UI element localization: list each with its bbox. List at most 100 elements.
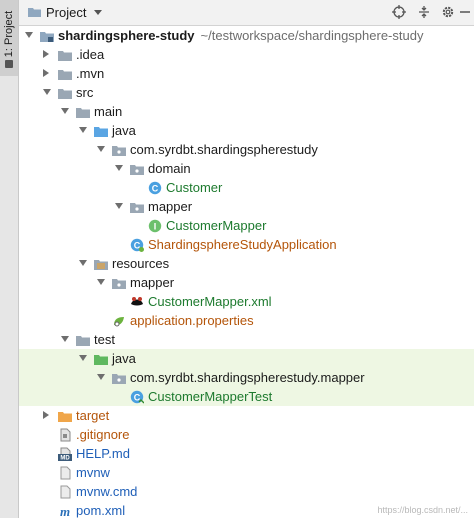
chevron-down-icon[interactable] (97, 279, 105, 285)
tree-row[interactable]: C ShardingsphereStudyApplication (19, 235, 474, 254)
tree-row[interactable]: mvnw (19, 463, 474, 482)
chevron-down-icon[interactable] (97, 146, 105, 152)
tree-item-label: .idea (76, 47, 105, 62)
source-folder-icon (94, 124, 108, 137)
spring-class-icon: C (130, 238, 144, 252)
chevron-down-icon[interactable] (79, 355, 87, 361)
chevron-down-icon[interactable] (115, 203, 123, 209)
tree-row[interactable]: CustomerMapper.xml (19, 292, 474, 311)
tree-row[interactable]: mapper (19, 273, 474, 292)
chevron-down-icon[interactable] (25, 32, 33, 38)
chevron-down-icon[interactable] (61, 108, 69, 114)
svg-text:I: I (154, 222, 157, 232)
package-icon (130, 162, 144, 175)
tree-row[interactable]: mvnw.cmd (19, 482, 474, 501)
tree-item-label: java (112, 351, 136, 366)
locate-icon[interactable] (391, 4, 407, 20)
tree-item-label: resources (112, 256, 170, 271)
project-tool-icon (5, 60, 13, 68)
folder-icon (58, 48, 72, 61)
markdown-icon: MD (58, 447, 72, 462)
tree-row[interactable]: com.syrdbt.shardingspherestudy (19, 140, 474, 159)
tree-row[interactable]: I CustomerMapper (19, 216, 474, 235)
chevron-right-icon[interactable] (43, 411, 49, 419)
project-tool-tab[interactable]: 1: Project (0, 0, 18, 76)
tree-row[interactable]: com.syrdbt.shardingspherestudy.mapper (19, 368, 474, 387)
tree-item-label: test (94, 332, 115, 347)
svg-text:m: m (60, 504, 70, 518)
tree-item-label: application.properties (130, 313, 254, 328)
tree-row[interactable]: .mvn (19, 64, 474, 83)
chevron-down-icon[interactable] (61, 336, 69, 342)
tree-row[interactable]: application.properties (19, 311, 474, 330)
class-icon: C (148, 181, 162, 195)
project-tool-tab-label: 1: Project (3, 10, 15, 58)
tree-row[interactable]: .idea (19, 45, 474, 64)
svg-text:C: C (152, 184, 159, 194)
chevron-down-icon[interactable] (94, 10, 102, 15)
mybatis-xml-icon (130, 295, 144, 308)
tree-item-label: mvnw.cmd (76, 484, 138, 499)
tree-item-label: CustomerMapperTest (148, 389, 273, 404)
tree-item-text: shardingsphere-study ~/testworkspace/shar… (58, 26, 423, 45)
package-icon (112, 143, 126, 156)
chevron-down-icon[interactable] (97, 374, 105, 380)
maven-icon: m (58, 504, 72, 519)
tree-item-label: pom.xml (76, 503, 126, 518)
svg-text:MD: MD (60, 456, 70, 462)
folder-icon (76, 333, 90, 346)
chevron-down-icon[interactable] (79, 260, 87, 266)
project-panel: Project shardingsphere-study ~/testworksp… (19, 0, 474, 520)
folder-icon (76, 105, 90, 118)
file-icon (58, 485, 72, 499)
gear-icon[interactable] (440, 4, 456, 20)
tree-row[interactable]: resources (19, 254, 474, 273)
tree-row[interactable]: shardingsphere-study ~/testworkspace/shar… (19, 26, 474, 45)
tree-item-label: com.syrdbt.shardingspherestudy (130, 142, 318, 157)
tree-item-label: main (94, 104, 123, 119)
tree-row[interactable]: MD HELP.md (19, 444, 474, 463)
project-tree: shardingsphere-study ~/testworkspace/shar… (19, 26, 474, 520)
tree-item-label: mapper (130, 275, 175, 290)
excluded-folder-icon (58, 409, 72, 422)
tree-item-label: target (76, 408, 110, 423)
tree-row[interactable]: C Customer (19, 178, 474, 197)
tool-window-strip: 1: Project (0, 0, 19, 518)
tree-row[interactable]: domain (19, 159, 474, 178)
tree-item-label: .mvn (76, 66, 105, 81)
tree-row[interactable]: mapper (19, 197, 474, 216)
tree-item-label: mapper (148, 199, 193, 214)
chevron-right-icon[interactable] (43, 50, 49, 58)
tree-item-label: mvnw (76, 465, 110, 480)
tree-row[interactable]: main (19, 102, 474, 121)
package-icon (112, 276, 126, 289)
chevron-down-icon[interactable] (115, 165, 123, 171)
tree-row[interactable]: test (19, 330, 474, 349)
gitignore-icon (58, 428, 72, 442)
test-folder-icon (94, 352, 108, 365)
tree-item-label: CustomerMapper.xml (148, 294, 272, 309)
test-class-icon: C (130, 390, 145, 404)
chevron-right-icon[interactable] (43, 69, 49, 77)
tree-row[interactable]: C CustomerMapperTest (19, 387, 474, 406)
tree-item-label: domain (148, 161, 191, 176)
tree-row[interactable]: java (19, 349, 474, 368)
tree-item-label: com.syrdbt.shardingspherestudy.mapper (130, 370, 365, 385)
collapse-all-icon[interactable] (416, 4, 432, 20)
tree-row[interactable]: .gitignore (19, 425, 474, 444)
chevron-down-icon[interactable] (43, 89, 51, 95)
resources-folder-icon (94, 257, 108, 270)
package-icon (112, 371, 126, 384)
tree-row[interactable]: java (19, 121, 474, 140)
project-view-selector[interactable]: Project (46, 5, 86, 20)
folder-icon (58, 67, 72, 80)
project-folder-icon (28, 8, 41, 17)
tree-row[interactable]: target (19, 406, 474, 425)
chevron-down-icon[interactable] (79, 127, 87, 133)
hide-panel-icon[interactable] (459, 4, 471, 20)
tree-item-label: Customer (166, 180, 223, 195)
module-folder-icon (40, 29, 54, 42)
tree-item-label: src (76, 85, 94, 100)
project-panel-header: Project (19, 0, 474, 26)
tree-row[interactable]: src (19, 83, 474, 102)
